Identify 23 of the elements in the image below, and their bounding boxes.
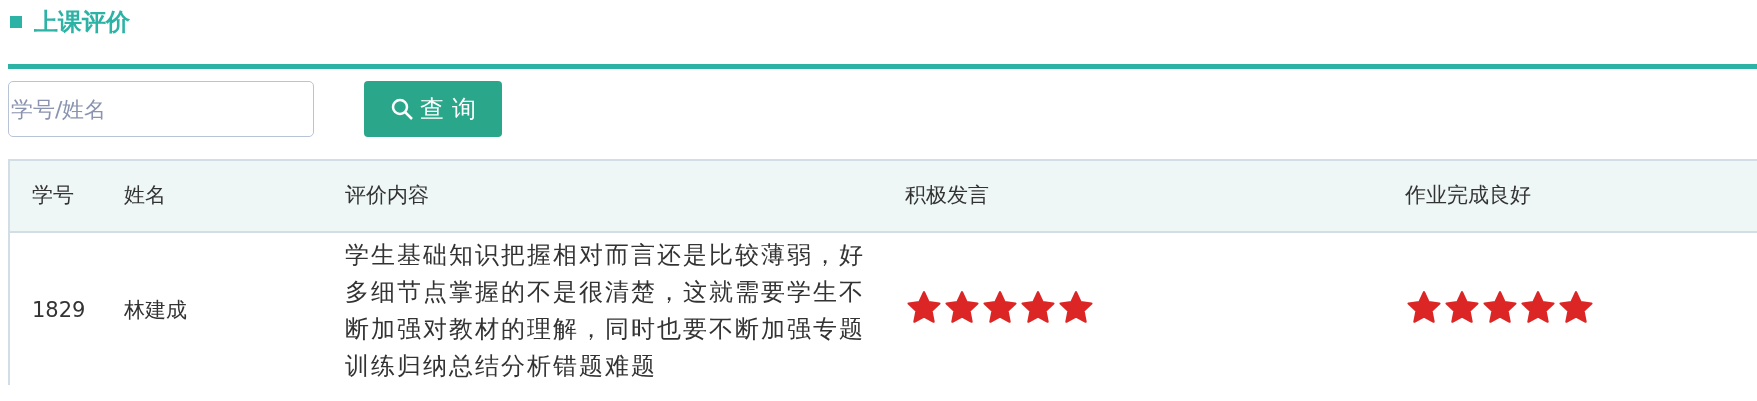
star-icon — [1519, 289, 1557, 326]
star-icon — [1405, 289, 1443, 326]
star-icon — [1443, 289, 1481, 326]
star-icon — [1481, 289, 1519, 326]
section-title: 上课评价 — [34, 7, 130, 38]
star-icon — [1019, 289, 1057, 326]
search-button[interactable]: 查 询 — [364, 81, 502, 137]
column-header: 姓名 — [124, 183, 166, 208]
table-cell-text: 学生基础知识把握相对而言还是比较薄弱，好多细节点掌握的不是很清楚，这就需要学生不断加强对教材的理解，同时也要不断加强专题训练归纳总结分析错题难题 — [345, 240, 866, 382]
search-icon — [390, 97, 415, 121]
star-icon — [1057, 289, 1095, 326]
star-icon — [981, 289, 1019, 326]
column-header: 作业完成良好 — [1405, 183, 1531, 208]
table-cell: 林建成 — [124, 298, 187, 323]
table-cell: 1829 — [32, 298, 86, 323]
star-icon — [1557, 289, 1595, 326]
search-field[interactable]: 学号/姓名 — [8, 81, 314, 137]
title-marker-icon — [10, 16, 22, 28]
star-icon — [905, 289, 943, 326]
column-header: 评价内容 — [345, 183, 429, 208]
column-header: 学号 — [32, 183, 74, 208]
column-header: 积极发言 — [905, 183, 989, 208]
star-icon — [943, 289, 981, 326]
